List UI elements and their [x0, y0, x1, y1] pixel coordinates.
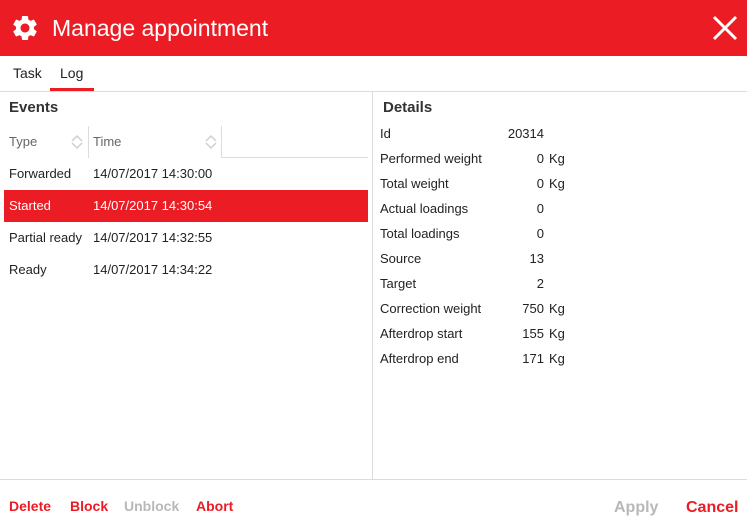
column-header-type-label: Type — [9, 134, 38, 149]
detail-row-afterdrop-end: Afterdrop end 171 Kg — [380, 349, 680, 374]
detail-value: 171 — [522, 351, 544, 366]
detail-unit: Kg — [549, 151, 565, 166]
cell-time: 14/07/2017 14:30:54 — [93, 198, 213, 213]
cell-time: 14/07/2017 14:30:00 — [93, 166, 213, 181]
detail-unit: Kg — [549, 176, 565, 191]
title-bar: Manage appointment — [0, 0, 747, 56]
detail-row-total-loadings: Total loadings 0 — [380, 224, 680, 249]
events-grid-header: Type Time — [4, 126, 368, 158]
detail-row-afterdrop-start: Afterdrop start 155 Kg — [380, 324, 680, 349]
block-button[interactable]: Block — [70, 498, 108, 514]
table-row[interactable]: Partial ready 14/07/2017 14:32:55 — [4, 222, 368, 254]
detail-label: Actual loadings — [380, 201, 469, 216]
detail-label: Correction weight — [380, 301, 482, 316]
detail-label: Total weight — [380, 176, 449, 191]
detail-row-target: Target 2 — [380, 274, 680, 299]
detail-label: Target — [380, 276, 417, 291]
detail-value: 0 — [536, 151, 544, 166]
detail-value: 155 — [522, 326, 544, 341]
sort-icon[interactable] — [71, 134, 83, 150]
details-title: Details — [383, 99, 433, 116]
detail-unit: Kg — [549, 301, 565, 316]
cell-time: 14/07/2017 14:32:55 — [93, 230, 213, 245]
events-panel: Events Type Time Forwarded 14/07/2017 14… — [0, 92, 373, 479]
tab-bar: Task Log — [0, 56, 747, 92]
close-icon[interactable] — [710, 13, 740, 43]
events-title: Events — [9, 99, 59, 116]
footer-bar: Delete Block Unblock Abort Apply Cancel — [0, 479, 747, 531]
column-header-time[interactable]: Time — [93, 126, 223, 158]
cell-type: Started — [9, 198, 51, 213]
table-row[interactable]: Ready 14/07/2017 14:34:22 — [4, 254, 368, 286]
unblock-button[interactable]: Unblock — [124, 498, 179, 514]
detail-value: 0 — [536, 201, 544, 216]
column-separator[interactable] — [88, 126, 89, 158]
abort-button[interactable]: Abort — [196, 498, 233, 514]
detail-label: Total loadings — [380, 226, 460, 241]
detail-label: Performed weight — [380, 151, 482, 166]
detail-value: 2 — [536, 276, 544, 291]
detail-unit: Kg — [549, 326, 565, 341]
detail-label: Id — [380, 126, 391, 141]
column-separator[interactable] — [221, 126, 222, 158]
detail-row-correction-weight: Correction weight 750 Kg — [380, 299, 680, 324]
table-row-selected[interactable]: Started 14/07/2017 14:30:54 — [4, 190, 368, 222]
cell-time: 14/07/2017 14:34:22 — [93, 262, 213, 277]
detail-label: Afterdrop start — [380, 326, 463, 341]
detail-value: 20314 — [507, 126, 544, 141]
detail-row-source: Source 13 — [380, 249, 680, 274]
cell-type: Ready — [9, 262, 47, 277]
detail-row-id: Id 20314 — [380, 124, 680, 149]
detail-row-performed-weight: Performed weight 0 Kg — [380, 149, 680, 174]
detail-value: 750 — [522, 301, 544, 316]
details-panel: Details Id 20314 Performed weight 0 Kg T… — [374, 92, 747, 479]
detail-value: 0 — [536, 176, 544, 191]
gear-icon — [13, 15, 37, 40]
detail-row-total-weight: Total weight 0 Kg — [380, 174, 680, 199]
detail-row-actual-loadings: Actual loadings 0 — [380, 199, 680, 224]
cell-type: Partial ready — [9, 230, 82, 245]
detail-unit: Kg — [549, 351, 565, 366]
apply-button[interactable]: Apply — [614, 499, 658, 517]
detail-value: 0 — [536, 226, 544, 241]
detail-value: 13 — [529, 251, 544, 266]
tab-task[interactable]: Task — [13, 65, 42, 81]
table-row[interactable]: Forwarded 14/07/2017 14:30:00 — [4, 158, 368, 190]
column-header-time-label: Time — [93, 134, 122, 149]
detail-label: Afterdrop end — [380, 351, 459, 366]
sort-icon[interactable] — [205, 134, 217, 150]
detail-label: Source — [380, 251, 422, 266]
cancel-button[interactable]: Cancel — [686, 499, 738, 517]
delete-button[interactable]: Delete — [9, 498, 51, 514]
cell-type: Forwarded — [9, 166, 72, 181]
tab-log[interactable]: Log — [60, 65, 83, 81]
active-tab-indicator — [50, 88, 94, 91]
window-title: Manage appointment — [52, 15, 269, 41]
